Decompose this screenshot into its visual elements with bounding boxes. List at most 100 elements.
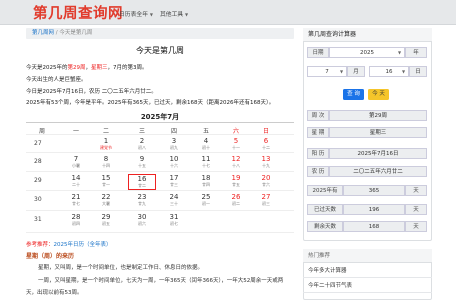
- calendar-day[interactable]: 12 十八: [222, 155, 250, 171]
- calendar-day[interactable]: 23 廿九: [128, 193, 156, 209]
- breadcrumb-current: 今天是第几周: [59, 30, 93, 36]
- year-unit: 年: [405, 47, 427, 58]
- week-number: 31: [34, 216, 42, 223]
- page-title: 今天是第几周: [136, 46, 184, 55]
- day-number: 21: [71, 193, 81, 201]
- year-days-value: 365: [343, 185, 405, 196]
- calendar-day[interactable]: 6 十二: [252, 137, 280, 153]
- lunar-label: 初五: [102, 221, 110, 226]
- calendar-day[interactable]: 20 廿六: [252, 174, 280, 190]
- lunar-label: 初四: [72, 221, 80, 226]
- calendar-day[interactable]: 30 初六: [128, 213, 156, 229]
- calendar-row-divider: [26, 232, 294, 233]
- day-number: 16: [137, 175, 147, 183]
- month-unit: 月: [347, 66, 365, 77]
- breadcrumb-separator: /: [55, 30, 58, 36]
- day-number: 24: [169, 193, 179, 201]
- hot-link-age-calculator[interactable]: 今年多大计算器: [303, 264, 432, 278]
- intro-line-week: 今天是2025年的第29周，星期三，7月的第3周。: [26, 63, 148, 71]
- day-number: 28: [71, 213, 81, 221]
- day-number: 17: [169, 174, 179, 182]
- calendar-day[interactable]: 10 十六: [160, 155, 188, 171]
- calendar-day[interactable]: 25 初一: [192, 193, 220, 209]
- section-paragraph: 天，出现以前有53周。: [26, 290, 83, 296]
- calendar-day[interactable]: 19 廿五: [222, 174, 250, 190]
- passed-days-unit: 天: [405, 204, 427, 215]
- year-days-label: 2025年有: [307, 185, 343, 196]
- reference-link[interactable]: 2025年日历（全年表）: [54, 242, 112, 248]
- calendar-day[interactable]: 14 二十: [62, 174, 90, 190]
- reference-line: 参考推荐：2025年日历（全年表）: [26, 240, 112, 248]
- breadcrumb-home-link[interactable]: 第几周网: [32, 30, 54, 36]
- calendar-day[interactable]: 21 廿七: [62, 193, 90, 209]
- day-number: 29: [101, 213, 111, 221]
- calendar-day[interactable]: 2 初八: [128, 137, 156, 153]
- lunar-label: 十二: [262, 145, 270, 150]
- lunar-label: 廿七: [72, 201, 80, 206]
- lunar-label: 廿一: [102, 182, 110, 187]
- day-number: 1: [103, 137, 109, 145]
- week-number: 29: [34, 177, 42, 184]
- intro-text: 今天是2025年的: [26, 65, 68, 71]
- nav-calendar-menu[interactable]: 日历表全年 ▼: [119, 9, 153, 18]
- calendar-day[interactable]: 13 十九: [252, 155, 280, 171]
- lunar-label: 十六: [170, 163, 178, 168]
- calendar-day-today[interactable]: 16 廿二: [128, 174, 156, 190]
- date-label: 日期: [307, 47, 329, 58]
- calendar-day[interactable]: 1 建党节: [92, 137, 120, 153]
- calendar-day[interactable]: 8 十四: [92, 155, 120, 171]
- today-button[interactable]: 今 天: [368, 89, 389, 100]
- lunar-label: 十五: [138, 163, 146, 168]
- calendar-day[interactable]: 18 廿四: [192, 174, 220, 190]
- day-unit: 日: [409, 66, 427, 77]
- lunar-label: 十一: [232, 145, 240, 150]
- calendar-day[interactable]: 9 十五: [128, 155, 156, 171]
- day-number: 8: [103, 155, 109, 163]
- day-number: 31: [169, 213, 179, 221]
- year-days-unit: 天: [405, 185, 427, 196]
- week-number: 30: [34, 196, 42, 203]
- calendar-day[interactable]: 4 初十: [192, 137, 220, 153]
- calendar-day[interactable]: 29 初五: [92, 213, 120, 229]
- intro-line-zodiac: 今天出生的人是巨蟹座。: [26, 77, 87, 83]
- lunar-label: 大暑: [102, 201, 110, 206]
- calendar-day[interactable]: 28 初四: [62, 213, 90, 229]
- day-number: 14: [71, 174, 81, 182]
- week-result-value: 第29周: [329, 110, 427, 121]
- calendar-day[interactable]: 17 廿三: [160, 174, 188, 190]
- lunar-label: 初三: [262, 201, 270, 206]
- calendar-day[interactable]: 27 初三: [252, 193, 280, 209]
- calendar-row-divider: [26, 210, 294, 211]
- lunar-label: 初二: [232, 201, 240, 206]
- section-title: 星期（周）的来历: [26, 253, 75, 260]
- day-number: 22: [101, 193, 111, 201]
- year-select[interactable]: 2025: [329, 47, 405, 58]
- calendar-day[interactable]: 22 大暑: [92, 193, 120, 209]
- calendar-row-divider: [26, 171, 294, 172]
- calendar-day[interactable]: 15 廿一: [92, 174, 120, 190]
- hot-link-solar-terms[interactable]: 今年二十四节气表: [303, 279, 432, 293]
- hot-panel-title: 热门推荐: [303, 249, 432, 263]
- passed-days-value: 196: [343, 204, 405, 215]
- intro-line-date: 今日是2025年7月16日，农历 二〇二五年六月廿二。: [26, 89, 157, 95]
- day-number: 19: [231, 174, 241, 182]
- lunar-label: 初一: [202, 201, 210, 206]
- nav-tools-menu[interactable]: 其他工具 ▼: [160, 9, 188, 18]
- calendar-day[interactable]: 24 三十: [160, 193, 188, 209]
- calendar-day[interactable]: 31 初七: [160, 213, 188, 229]
- lunar-label: 小暑: [72, 163, 80, 168]
- site-logo[interactable]: 第几周查询网: [33, 2, 123, 23]
- day-number: 18: [201, 174, 211, 182]
- lunar-label: 十四: [102, 163, 110, 168]
- passed-days-label: 已过天数: [307, 204, 343, 215]
- calendar-divider: [26, 122, 294, 123]
- calendar-day[interactable]: 11 十七: [192, 155, 220, 171]
- calendar-day[interactable]: 5 十一: [222, 137, 250, 153]
- day-number: 5: [233, 137, 239, 145]
- lunar-label: 十九: [262, 163, 270, 168]
- lunar-label: 三十: [170, 201, 178, 206]
- query-button[interactable]: 查 询: [343, 89, 364, 100]
- calendar-day[interactable]: 3 初九: [160, 137, 188, 153]
- calendar-day[interactable]: 26 初二: [222, 193, 250, 209]
- calendar-day[interactable]: 7 小暑: [62, 155, 90, 171]
